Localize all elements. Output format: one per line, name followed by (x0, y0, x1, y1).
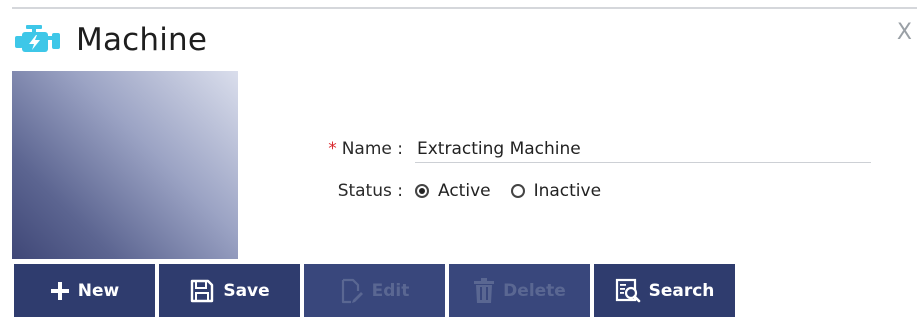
machine-form: *Name : Status : Active Inactive (300, 135, 890, 205)
status-label: Status : (337, 181, 403, 201)
action-toolbar: New Save Edit Delete Search (14, 264, 739, 317)
page-title: Machine (76, 22, 208, 58)
status-row: Status : Active Inactive (300, 177, 890, 205)
search-button-label: Search (648, 280, 715, 301)
new-button[interactable]: New (14, 264, 155, 317)
top-divider (12, 7, 917, 9)
status-inactive-option[interactable]: Inactive (510, 181, 602, 201)
save-button[interactable]: Save (159, 264, 300, 317)
radio-inactive[interactable] (510, 184, 525, 198)
window-header: Machine (14, 20, 207, 60)
save-button-label: Save (223, 280, 270, 301)
name-row: * Name : (300, 135, 890, 163)
trash-icon (473, 277, 495, 304)
required-marker: * (328, 139, 337, 159)
name-field[interactable] (415, 135, 871, 163)
edit-document-icon (340, 278, 364, 304)
status-inactive-label: Inactive (533, 181, 602, 201)
machine-image (12, 71, 238, 259)
search-button[interactable]: Search (594, 264, 735, 317)
floppy-disk-icon (189, 278, 215, 304)
delete-button[interactable]: Delete (449, 264, 590, 317)
name-label-wrap: * Name : (300, 139, 415, 159)
engine-icon (14, 20, 64, 60)
status-active-label: Active (438, 181, 491, 201)
status-active-option[interactable]: Active (415, 181, 491, 201)
delete-button-label: Delete (503, 280, 566, 301)
close-button[interactable]: X (897, 22, 912, 44)
status-radio-group: Active Inactive (415, 181, 621, 201)
radio-active[interactable] (415, 184, 429, 198)
edit-button-label: Edit (371, 280, 410, 301)
name-label: Name : (341, 139, 403, 159)
search-document-icon (615, 278, 641, 304)
plus-icon (50, 281, 70, 301)
edit-button[interactable]: Edit (304, 264, 445, 317)
new-button-label: New (77, 280, 120, 301)
